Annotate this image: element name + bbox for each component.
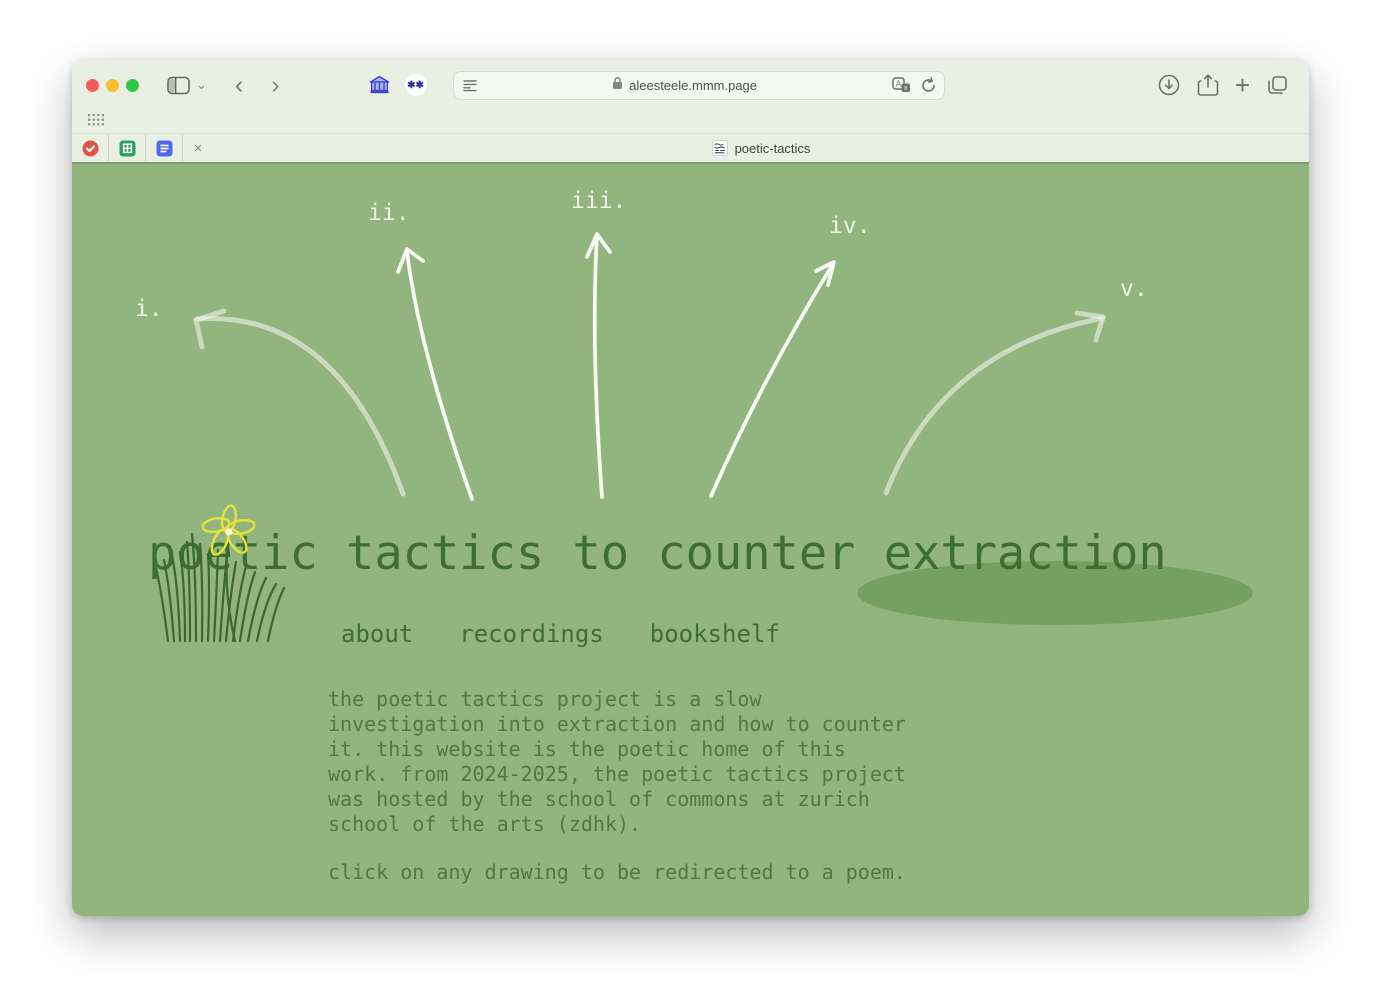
nav-link-bookshelf[interactable]: bookshelf (650, 620, 780, 648)
url-domain: aleesteele.mmm.page (629, 78, 757, 93)
browser-toolbar: ⌄ ‹ › ✱✱ (72, 60, 1309, 110)
translate-icon[interactable]: A x (892, 77, 911, 93)
page-title: poetic tactics to counter extraction (148, 530, 1167, 577)
todoist-check-icon (82, 140, 99, 157)
arrow-label-v: v. (1120, 277, 1148, 302)
site-favicon (712, 140, 728, 156)
desktop: ⌄ ‹ › ✱✱ (0, 0, 1381, 999)
arrow-label-i: i. (135, 297, 163, 322)
intro-paragraph: the poetic tactics project is a slow inv… (328, 687, 906, 837)
pinned-tab-todoist[interactable] (72, 134, 109, 162)
pinned-tab-docs[interactable] (146, 134, 183, 162)
tab-poetic-tactics[interactable]: poetic-tactics (213, 134, 1309, 162)
svg-text:x: x (904, 85, 908, 92)
site-nav: about recordings bookshelf (341, 620, 780, 648)
tab-title: poetic-tactics (735, 141, 811, 156)
url-bar[interactable]: aleesteele.mmm.page A x (453, 71, 945, 100)
content-blocker-extension-icon[interactable]: ✱✱ (405, 74, 427, 96)
lock-icon (612, 76, 623, 95)
svg-text:A: A (895, 79, 901, 89)
grid-dots-icon[interactable] (88, 113, 105, 131)
reader-view-icon[interactable] (462, 78, 478, 93)
nav-link-about[interactable]: about (341, 620, 413, 648)
arrow-drawing-iv[interactable] (711, 262, 834, 496)
webpage-content: i. ii. iii. iv. v. poetic tactics to cou… (72, 164, 1309, 916)
nav-link-recordings[interactable]: recordings (459, 620, 604, 648)
back-button[interactable]: ‹ (225, 73, 253, 98)
google-sheets-icon (119, 140, 136, 157)
cta-paragraph: click on any drawing to be redirected to… (328, 860, 906, 885)
safari-window: ⌄ ‹ › ✱✱ (72, 60, 1309, 916)
arrow-label-iii: iii. (571, 189, 626, 214)
minimize-window-button[interactable] (106, 79, 119, 92)
pinned-tab-sheets[interactable] (109, 134, 146, 162)
bank-extension-icon[interactable] (368, 74, 391, 96)
close-window-button[interactable] (86, 79, 99, 92)
arrow-drawing-iii[interactable] (587, 234, 610, 497)
favorites-bar (72, 110, 1309, 133)
close-tab-button[interactable]: × (183, 134, 213, 162)
tab-overview-icon[interactable] (1266, 74, 1289, 96)
arrow-drawing-ii[interactable] (398, 249, 472, 499)
downloads-icon[interactable] (1157, 73, 1181, 97)
forward-button[interactable]: › (261, 73, 289, 98)
chevron-down-icon[interactable]: ⌄ (194, 77, 209, 93)
arrow-drawing-i[interactable] (196, 311, 403, 494)
google-docs-icon (156, 140, 173, 157)
share-icon[interactable] (1197, 73, 1219, 98)
zoom-window-button[interactable] (126, 79, 139, 92)
arrow-label-ii: ii. (368, 201, 410, 226)
sidebar-icon[interactable] (167, 76, 190, 95)
new-tab-button[interactable]: + (1235, 70, 1250, 101)
reload-icon[interactable] (921, 77, 936, 93)
window-controls (86, 79, 139, 92)
arrow-drawing-v[interactable] (886, 313, 1103, 493)
arrow-label-iv: iv. (829, 214, 871, 239)
tab-bar: × poetic-tactics (72, 133, 1309, 164)
